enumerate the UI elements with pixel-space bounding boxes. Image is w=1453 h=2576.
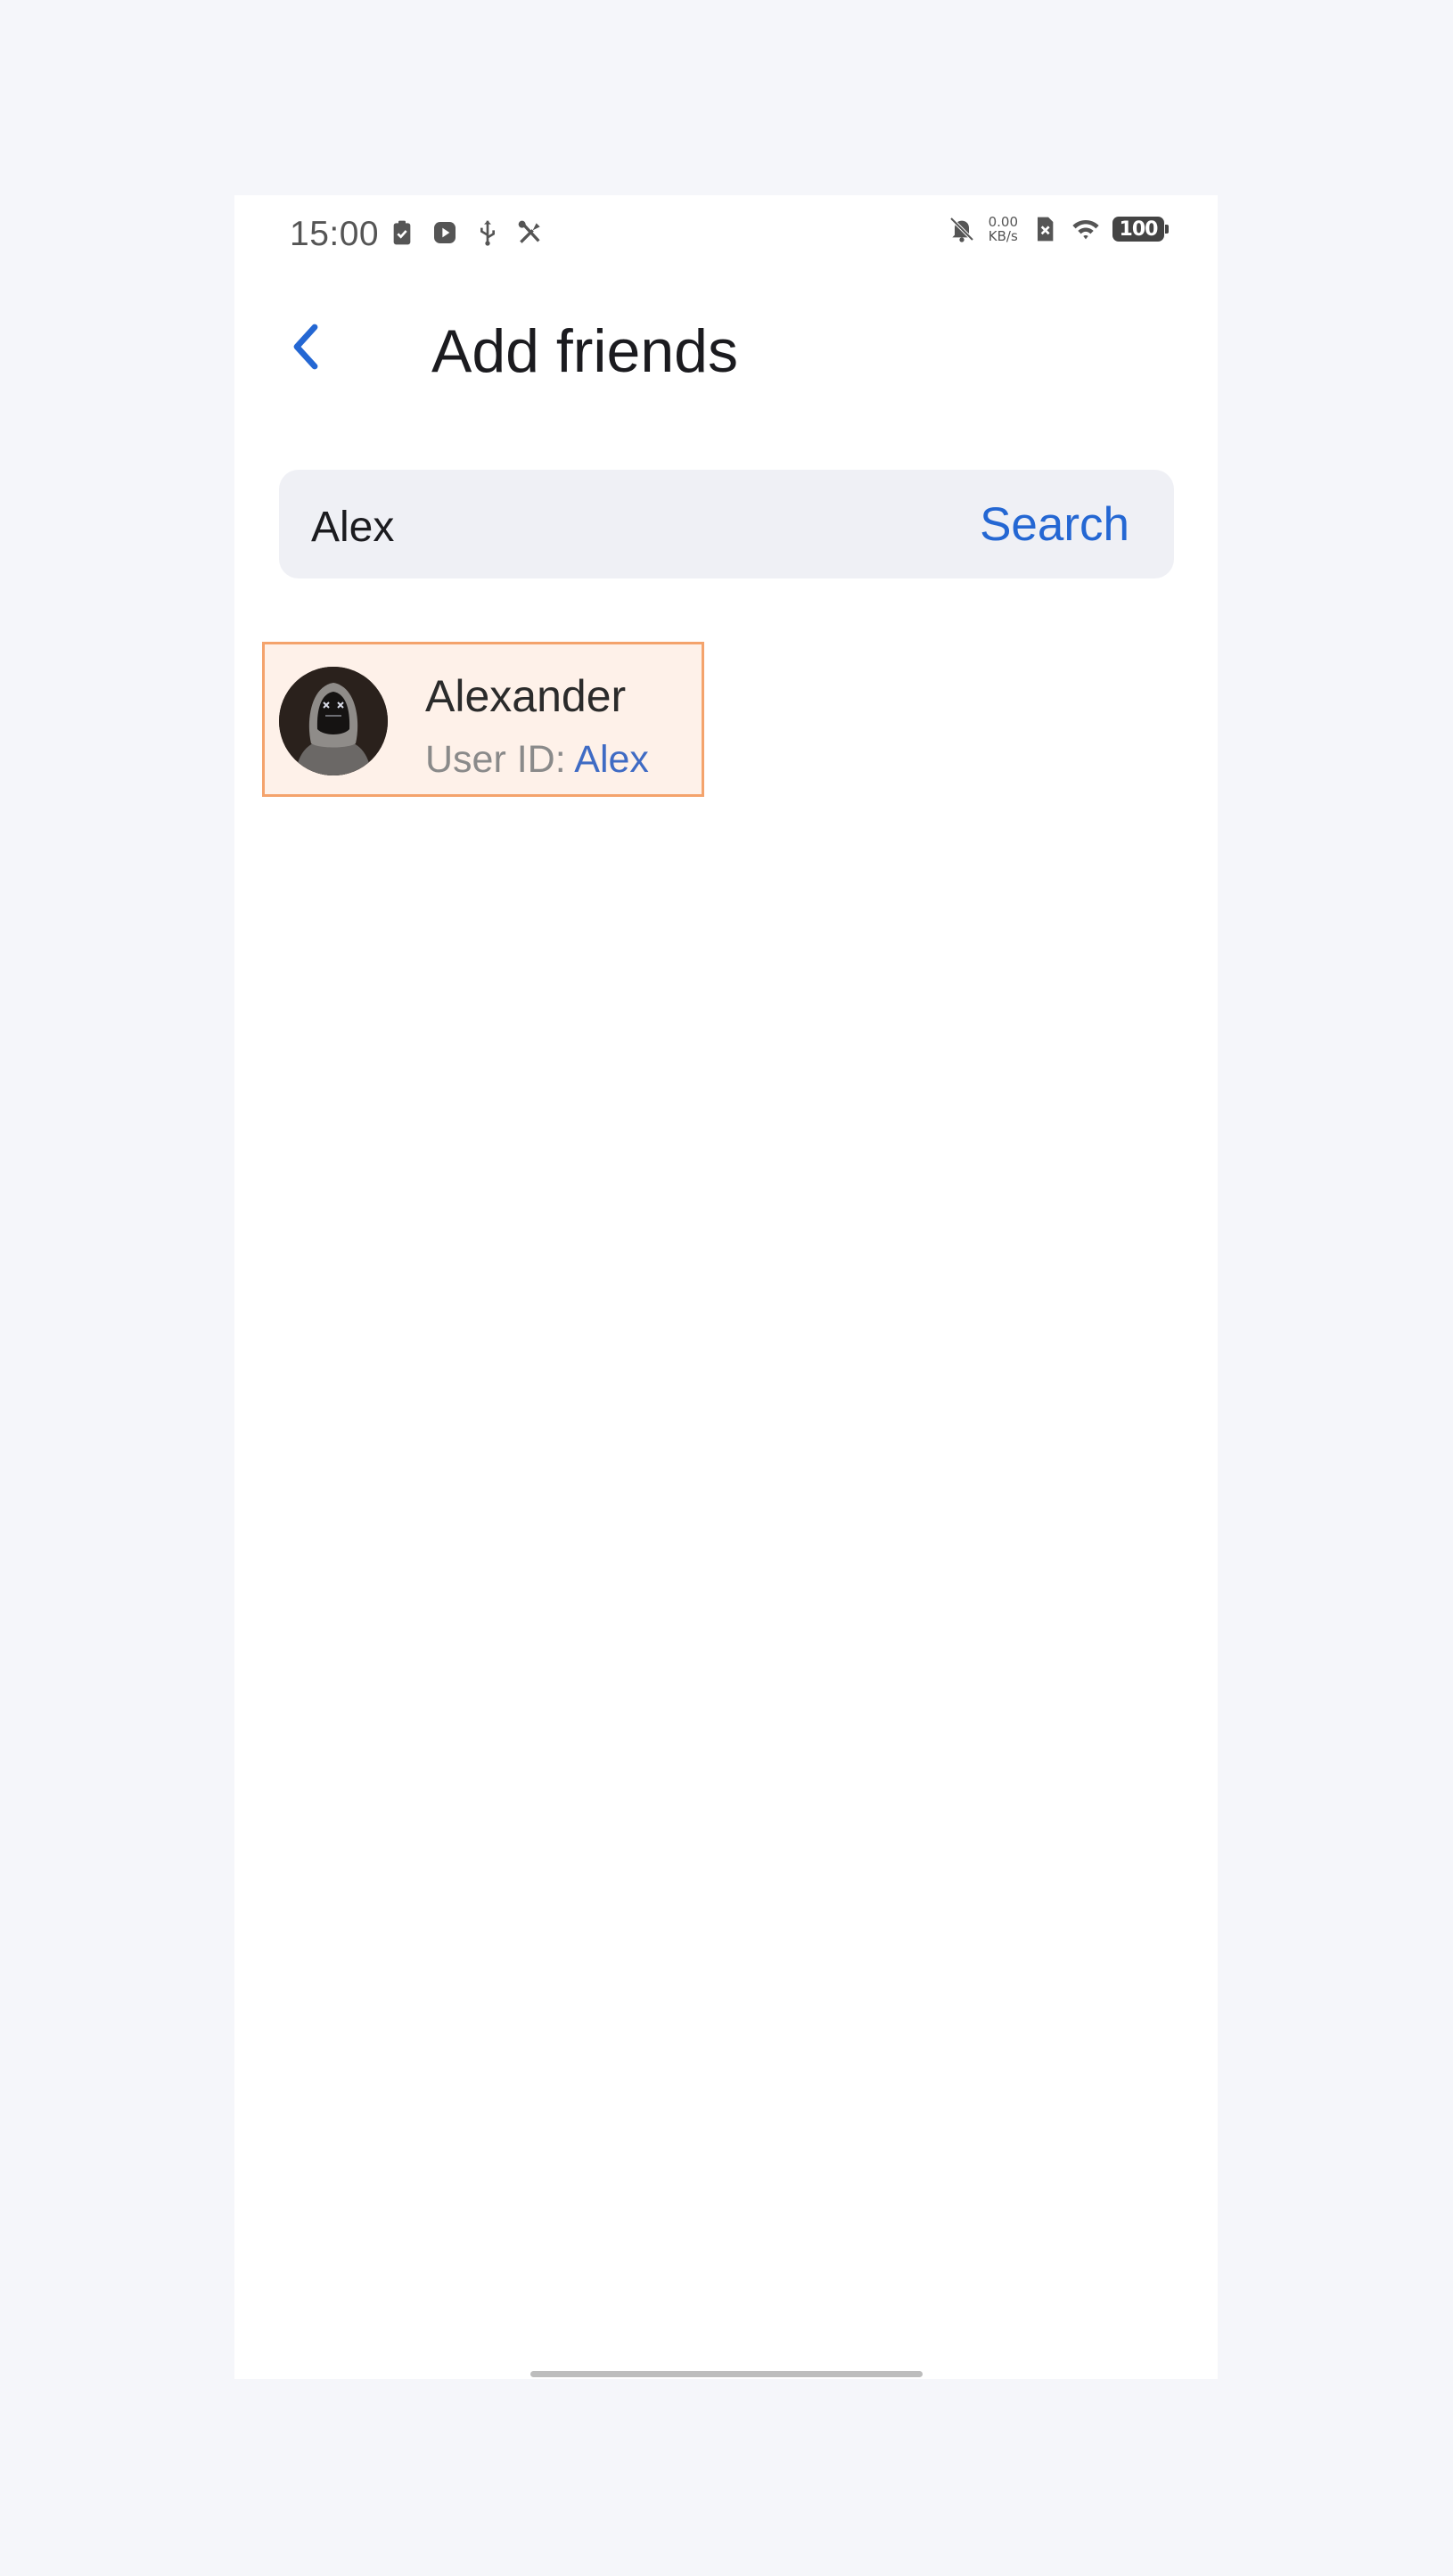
- clipboard-check-icon: [393, 220, 411, 245]
- phone-screen: 15:00 0.00 KB/s 100 Add friends Alex Sea…: [234, 195, 1218, 2379]
- speed-unit: KB/s: [988, 228, 1018, 244]
- result-name: Alexander: [425, 671, 627, 721]
- status-right-icons: 0.00 KB/s 100: [948, 215, 1169, 243]
- wifi-icon: [1072, 220, 1099, 240]
- page-title: Add friends: [431, 317, 738, 385]
- status-bar: 15:00 0.00 KB/s 100: [234, 195, 1218, 274]
- speed-value: 0.00: [988, 214, 1018, 230]
- play-box-icon: [434, 222, 456, 243]
- search-bar: Search: [279, 470, 1174, 578]
- network-speed: 0.00 KB/s: [989, 215, 1018, 243]
- search-result-item[interactable]: Alexander User ID: Alex: [262, 642, 704, 797]
- result-user-id: User ID: Alex: [425, 737, 649, 782]
- usb-icon: [480, 220, 495, 246]
- status-time: 15:00: [290, 215, 380, 253]
- search-input[interactable]: [311, 493, 935, 561]
- battery-icon: 100: [1112, 217, 1169, 242]
- back-button[interactable]: [270, 311, 341, 382]
- bell-off-icon: [949, 217, 974, 242]
- avatar: [279, 667, 388, 775]
- user-id-label: User ID:: [425, 738, 575, 781]
- sim-off-icon: [1038, 217, 1054, 242]
- chevron-left-icon: [293, 324, 318, 370]
- tools-icon: [518, 220, 540, 243]
- search-button[interactable]: Search: [980, 493, 1129, 555]
- status-left-icons: [388, 218, 545, 247]
- user-id-value: Alex: [574, 738, 649, 781]
- hooded-figure-avatar: [279, 667, 388, 775]
- home-indicator[interactable]: [530, 2371, 923, 2377]
